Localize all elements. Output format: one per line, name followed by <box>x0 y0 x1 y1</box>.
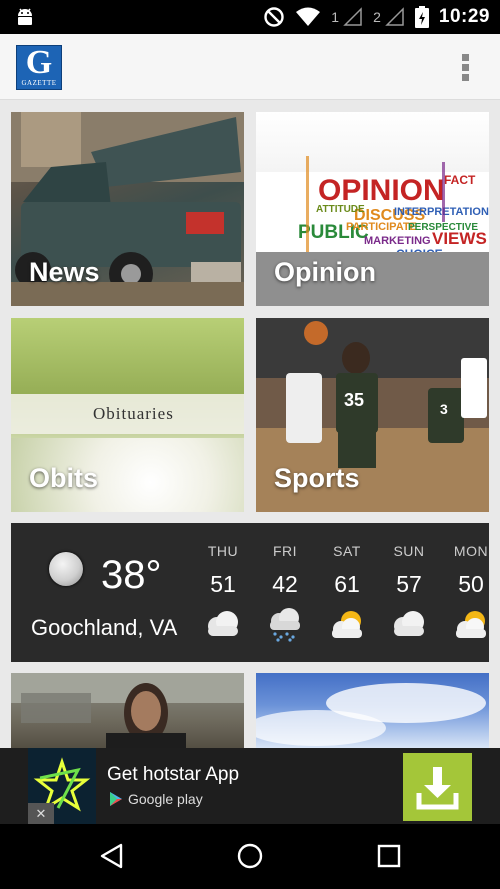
moon-icon <box>49 552 83 586</box>
forecast-day-name: MON <box>453 543 489 559</box>
tile-obits[interactable]: Obituaries Obits <box>11 318 244 512</box>
partly-sunny-icon <box>332 611 362 638</box>
forecast-day-name: SAT <box>333 543 361 559</box>
rain-icon <box>270 608 300 642</box>
jersey-number: 35 <box>344 390 364 410</box>
forecast-day: MON 50 <box>443 543 489 642</box>
forecast-day: FRI 42 <box>257 543 313 642</box>
ad-close-button[interactable]: ✕ <box>28 803 54 824</box>
opinion-word: INTERPRETATION <box>394 206 489 218</box>
tile-sports-label: Sports <box>274 463 360 493</box>
signal-icon <box>343 7 362 26</box>
do-not-disturb-icon <box>264 7 284 27</box>
google-play-badge: Google play <box>108 791 203 807</box>
ad-title: Get hotstar App <box>107 764 240 785</box>
forecast-day-temp: 50 <box>458 571 484 597</box>
download-icon <box>416 767 459 810</box>
clock: 10:29 <box>438 6 490 27</box>
back-icon[interactable] <box>99 843 125 869</box>
opinion-word: ATTITUDE <box>316 204 365 215</box>
tile-opinion-label: Opinion <box>274 257 376 287</box>
cloudy-icon <box>208 611 238 636</box>
sim2-label: 2 <box>373 9 381 25</box>
wifi-icon <box>296 7 321 26</box>
forecast-day-temp: 51 <box>210 571 236 597</box>
navigation-bar <box>0 824 500 889</box>
tile-sky-photo[interactable] <box>256 673 489 753</box>
forecast-day-temp: 57 <box>396 571 422 597</box>
logo-word: GAZETTE <box>21 79 57 87</box>
signal-icon <box>385 7 404 26</box>
partly-sunny-icon <box>456 611 486 638</box>
opinion-word: FACT <box>444 173 476 187</box>
app-bar: G GAZETTE <box>0 34 500 100</box>
opinion-word: MARKETING <box>364 235 431 247</box>
download-button[interactable] <box>403 753 472 821</box>
forecast-day: SAT 61 <box>319 543 375 642</box>
more-vert-icon[interactable] <box>460 54 470 84</box>
forecast-day-temp: 42 <box>272 571 298 597</box>
tile-opinion[interactable]: OPINION DISCUSS PUBLIC INTERPRETATION VI… <box>256 112 489 306</box>
status-bar: 1 2 10:29 <box>0 0 500 34</box>
tile-news[interactable]: News <box>11 112 244 306</box>
tile-story-photo[interactable] <box>11 673 244 753</box>
story-photo <box>11 673 244 753</box>
tile-news-label: News <box>29 257 100 287</box>
google-play-icon <box>110 792 122 806</box>
jersey-number: 3 <box>440 401 448 417</box>
tile-sports[interactable]: 35 3 Sports <box>256 318 489 512</box>
forecast-day-name: FRI <box>272 543 298 559</box>
android-icon <box>18 8 32 25</box>
weather-widget[interactable]: 38° Goochland, VA THU 51 FRI 42 SAT 61 S… <box>11 523 489 662</box>
opinion-word: PARTICIPATE <box>346 221 417 233</box>
sky-photo <box>256 683 486 746</box>
logo-letter: G <box>25 44 53 81</box>
gazette-logo[interactable]: G GAZETTE <box>16 45 62 90</box>
opinion-word-main: OPINION <box>318 174 445 207</box>
tile-obits-label: Obits <box>29 463 99 493</box>
ad-banner[interactable]: Get hotstar App Google play ✕ <box>0 748 500 824</box>
google-play-label: Google play <box>128 791 203 807</box>
battery-icon <box>414 6 429 28</box>
forecast-day-temp: 61 <box>334 571 360 597</box>
forecast-day: THU 51 <box>195 543 251 642</box>
current-temperature: 38° <box>101 553 162 597</box>
obituaries-banner-text: Obituaries <box>93 404 174 423</box>
recents-icon[interactable] <box>377 844 401 868</box>
forecast-day-name: SUN <box>393 543 425 559</box>
opinion-word: PERSPECTIVE <box>408 222 478 233</box>
weather-location: Goochland, VA <box>31 615 178 640</box>
sim1-label: 1 <box>331 9 340 25</box>
cloudy-icon <box>394 611 424 636</box>
forecast-day: SUN 57 <box>381 543 437 642</box>
home-icon[interactable] <box>236 842 264 870</box>
forecast-day-name: THU <box>207 543 239 559</box>
